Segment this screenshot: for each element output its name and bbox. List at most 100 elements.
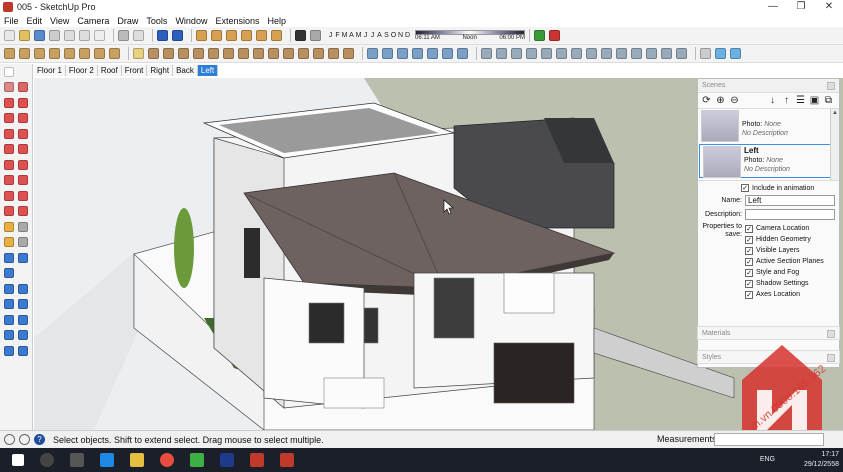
month-label[interactable]: J: [327, 32, 334, 39]
protractor-tool-icon[interactable]: [4, 237, 14, 248]
property-shadow-settings[interactable]: ✓ Shadow Settings: [745, 278, 824, 289]
tab-front[interactable]: Front: [121, 65, 148, 76]
fog-toggle-icon[interactable]: [310, 30, 321, 41]
move-scene-up-icon[interactable]: ↑: [781, 95, 792, 106]
solid-tools-icon[interactable]: [631, 48, 642, 59]
tag-icon[interactable]: [133, 48, 144, 59]
property-checkbox[interactable]: ✓: [745, 246, 753, 255]
windows-start-icon[interactable]: [12, 454, 24, 466]
scene-description-field[interactable]: [745, 209, 835, 220]
close-button[interactable]: ✕: [815, 0, 843, 14]
tape-measure-tool-icon[interactable]: [4, 221, 14, 232]
line-icon[interactable]: [79, 48, 90, 59]
select-icon[interactable]: [4, 48, 15, 59]
offset-icon[interactable]: [208, 48, 219, 59]
copy-icon[interactable]: [64, 30, 75, 41]
update-scene-icon[interactable]: ⟳: [701, 95, 712, 106]
property-axes-location[interactable]: ✓ Axes Location: [745, 289, 824, 300]
circle-tool-icon[interactable]: [4, 128, 14, 139]
erase-icon[interactable]: [94, 30, 105, 41]
paint-icon[interactable]: [49, 48, 60, 59]
previous-tool-icon[interactable]: [18, 314, 28, 325]
move-scene-down-icon[interactable]: ↓: [767, 95, 778, 106]
property-checkbox[interactable]: ✓: [745, 257, 753, 266]
select-arrow-tool-icon[interactable]: [4, 66, 14, 77]
pan-tool-icon[interactable]: [18, 283, 28, 294]
shadow-time-slider[interactable]: 06:11 AM Noon 06:00 PM: [415, 30, 525, 41]
paint-bucket-tool-icon[interactable]: [4, 268, 14, 279]
freehand-tool-icon[interactable]: [18, 97, 28, 108]
select-arrow-icon[interactable]: [715, 48, 726, 59]
scene-name-field[interactable]: Left: [745, 195, 835, 206]
protractor-icon[interactable]: [283, 48, 294, 59]
scene-list-scrollbar[interactable]: ▲: [830, 109, 839, 180]
line-app-icon[interactable]: [190, 453, 204, 467]
axes-icon[interactable]: [313, 48, 324, 59]
month-label[interactable]: J: [362, 32, 369, 39]
tab-back[interactable]: Back: [173, 65, 198, 76]
scene-item[interactable]: Photo: None No Description: [698, 109, 839, 143]
position-camera-tool-icon[interactable]: [4, 330, 14, 341]
property-checkbox[interactable]: ✓: [745, 279, 753, 288]
rotate-tool-icon[interactable]: [4, 190, 14, 201]
hidden-line-icon[interactable]: [412, 48, 423, 59]
month-label[interactable]: S: [383, 32, 390, 39]
tab-roof[interactable]: Roof: [97, 65, 122, 76]
iso-view-icon[interactable]: [196, 30, 207, 41]
shaded-textures-icon[interactable]: [442, 48, 453, 59]
menu-edit[interactable]: Edit: [27, 16, 43, 26]
extension-warehouse-icon[interactable]: [534, 30, 545, 41]
month-label[interactable]: M: [341, 32, 348, 39]
menu-extensions[interactable]: Extensions: [215, 16, 259, 26]
walk-tool-icon[interactable]: [4, 345, 14, 356]
follow-me-icon[interactable]: [193, 48, 204, 59]
property-checkbox[interactable]: ✓: [745, 290, 753, 299]
print-icon[interactable]: [118, 30, 129, 41]
tape-icon[interactable]: [268, 48, 279, 59]
axes-tool-icon[interactable]: [4, 252, 14, 263]
clock-date[interactable]: 29/12/2558: [804, 460, 839, 470]
shaded-icon[interactable]: [427, 48, 438, 59]
section-plane-tool-icon[interactable]: [18, 345, 28, 356]
menu-view[interactable]: View: [50, 16, 69, 26]
back-edges-icon[interactable]: [382, 48, 393, 59]
text-icon[interactable]: [298, 48, 309, 59]
show-details-icon[interactable]: ▣: [809, 95, 820, 106]
arc-icon[interactable]: [94, 48, 105, 59]
month-label[interactable]: O: [390, 32, 397, 39]
back-view-icon[interactable]: [256, 30, 267, 41]
text-tool-icon[interactable]: [18, 237, 28, 248]
property-checkbox[interactable]: ✓: [745, 224, 753, 233]
measurements-input[interactable]: [714, 433, 824, 446]
month-label[interactable]: F: [334, 32, 341, 39]
menu-window[interactable]: Window: [175, 16, 207, 26]
photoshop-icon[interactable]: [220, 453, 234, 467]
scenes-panel-header[interactable]: Scenes: [698, 79, 839, 93]
look-around-tool-icon[interactable]: [18, 330, 28, 341]
materials-panel-header[interactable]: Materials: [697, 326, 840, 340]
component-icon[interactable]: [19, 48, 30, 59]
file-explorer-icon[interactable]: [130, 453, 144, 467]
eraser-tool2-icon[interactable]: [18, 82, 28, 93]
section-plane-icon[interactable]: [601, 48, 612, 59]
new-file-icon[interactable]: [4, 30, 15, 41]
arc-tool-icon[interactable]: [4, 144, 14, 155]
section-icon[interactable]: [163, 48, 174, 59]
move-tool-icon[interactable]: [4, 175, 14, 186]
tab-floor-1[interactable]: Floor 1: [34, 65, 66, 76]
scale-tool-icon[interactable]: [4, 206, 14, 217]
month-label[interactable]: M: [355, 32, 362, 39]
orbit-icon[interactable]: [481, 48, 492, 59]
zoom-window-tool-icon[interactable]: [18, 299, 28, 310]
property-style-and-fog[interactable]: ✓ Style and Fog: [745, 267, 824, 278]
make-component-tool-icon[interactable]: [4, 82, 14, 93]
scene-item-left[interactable]: Left Photo: None No Description: [699, 144, 838, 178]
panel-close-icon[interactable]: [827, 330, 835, 338]
remove-scene-icon[interactable]: ⊖: [729, 95, 740, 106]
month-label[interactable]: A: [348, 32, 355, 39]
sandbox-icon[interactable]: [646, 48, 657, 59]
menu-file[interactable]: File: [4, 16, 19, 26]
right-view-icon[interactable]: [241, 30, 252, 41]
credits-icon[interactable]: [19, 434, 30, 445]
property-active-section-planes[interactable]: ✓ Active Section Planes: [745, 256, 824, 267]
